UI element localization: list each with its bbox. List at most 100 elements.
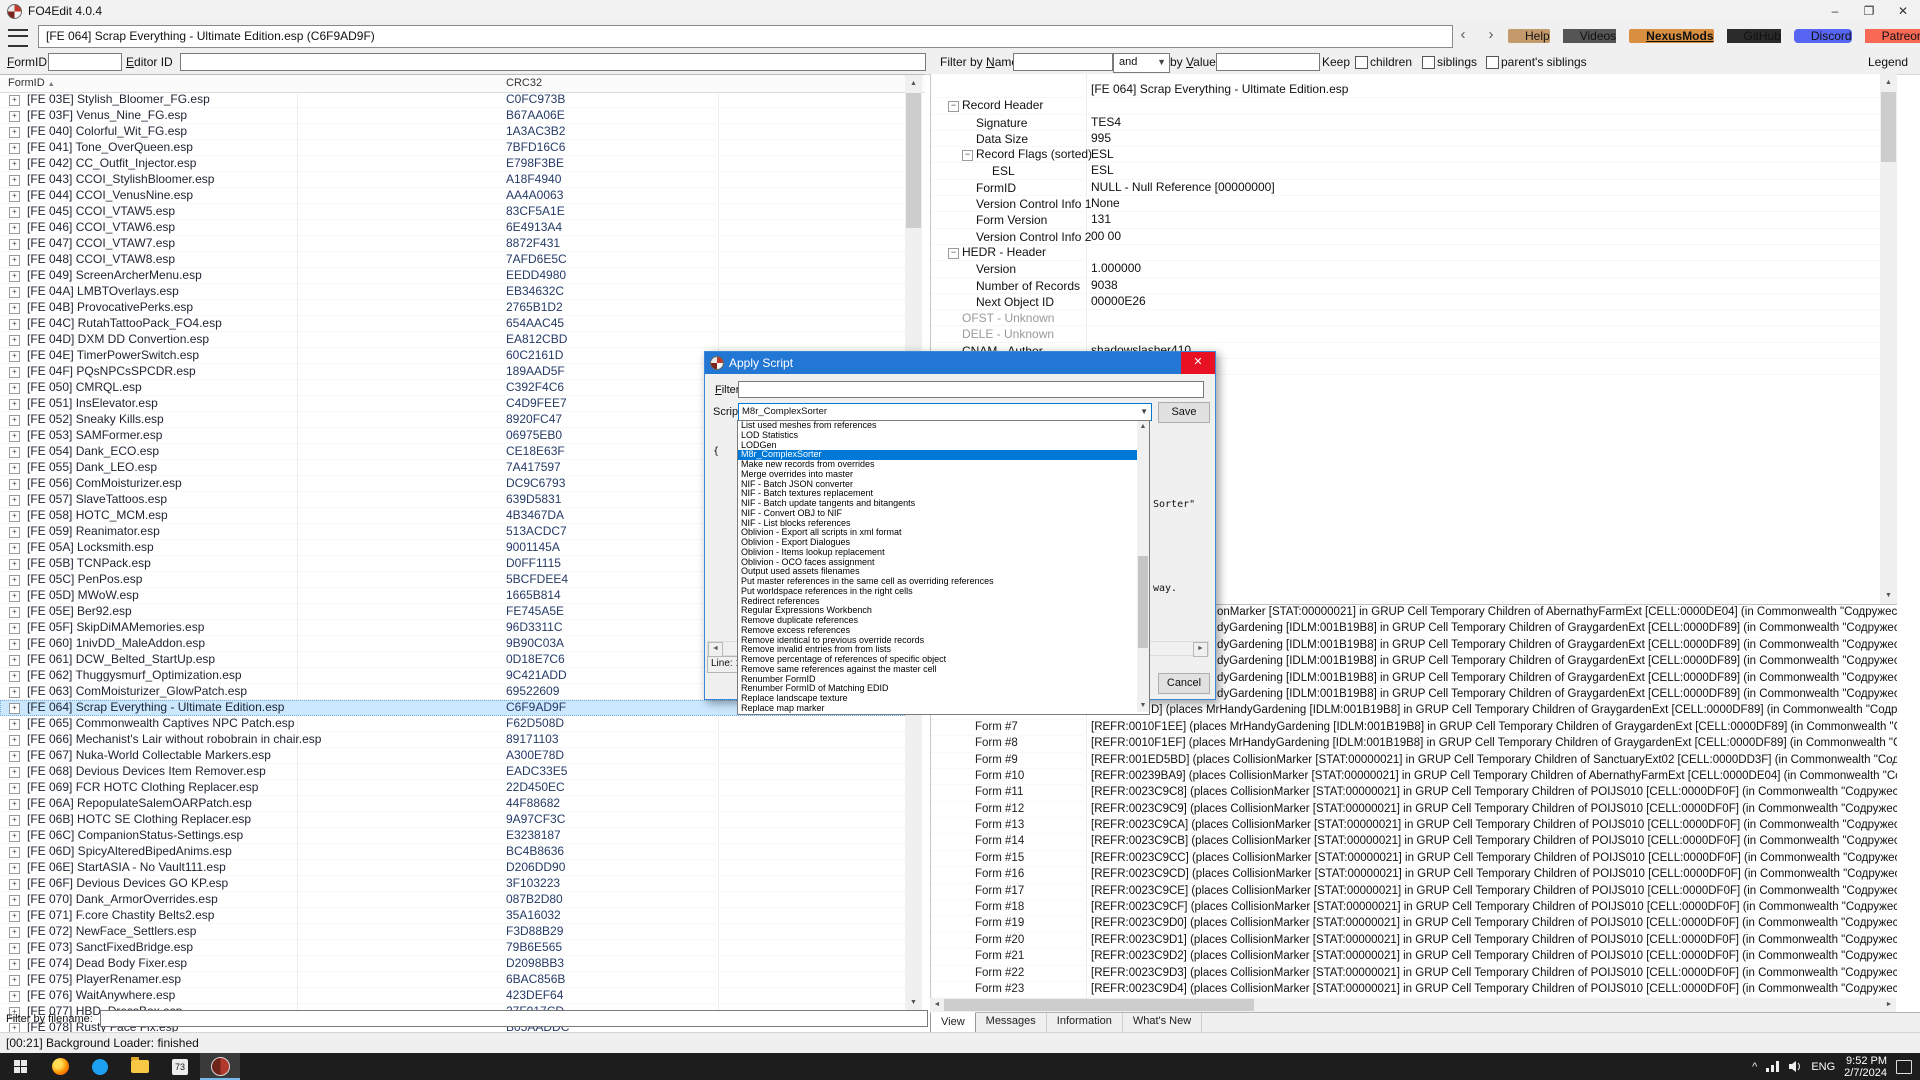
minimize-button[interactable]: – [1818, 1, 1852, 22]
referenced-row[interactable]: Form #18 [REFR:0023C9CF] (places Collisi… [931, 900, 1897, 916]
scrollbar-thumb[interactable] [1138, 556, 1148, 648]
filter-name-input[interactable] [1013, 53, 1113, 71]
expand-icon[interactable] [9, 607, 20, 618]
maximize-button[interactable]: ❐ [1852, 1, 1886, 22]
expand-icon[interactable] [9, 159, 20, 170]
script-option[interactable]: LOD Statistics [738, 431, 1137, 441]
fo4edit-icon[interactable] [200, 1053, 240, 1080]
detail-row[interactable]: Form Version 131 [931, 212, 1891, 228]
start-icon[interactable] [0, 1053, 40, 1080]
script-option[interactable]: Put master references in the same cell a… [738, 577, 1137, 587]
script-option[interactable]: Replace map marker [738, 704, 1137, 714]
referenced-row[interactable]: Form #14 [REFR:0023C9CB] (places Collisi… [931, 834, 1897, 850]
referenced-row[interactable]: Form #13 [REFR:0023C9CA] (places Collisi… [931, 818, 1897, 834]
referenced-row[interactable]: Form #17 [REFR:0023C9CE] (places Collisi… [931, 884, 1897, 900]
dialog-titlebar[interactable]: Apply Script ✕ [705, 352, 1215, 374]
script-option[interactable]: Remove invalid entries from from lists [738, 645, 1137, 655]
detail-row[interactable]: Record Flags (sorted) ESL [931, 147, 1891, 163]
collapse-icon[interactable] [948, 248, 959, 259]
notification-center-icon[interactable] [1896, 1060, 1912, 1074]
language-indicator[interactable]: ENG [1811, 1061, 1835, 1073]
formid-input[interactable] [48, 53, 122, 71]
legend-button[interactable]: Legend [1868, 50, 1908, 74]
plugin-row[interactable]: [FE 04C] RutahTattooPack_FO4.esp 654AAC4… [0, 316, 905, 332]
expand-icon[interactable] [9, 591, 20, 602]
expand-icon[interactable] [9, 623, 20, 634]
script-option[interactable]: Regular Expressions Workbench [738, 606, 1137, 616]
scroll-up-icon[interactable]: ▲ [1880, 74, 1897, 91]
plugin-row[interactable]: [FE 03F] Venus_Nine_FG.esp B67AA06E [0, 108, 905, 124]
script-option[interactable]: LODGen [738, 441, 1137, 451]
expand-icon[interactable] [9, 703, 20, 714]
detail-row[interactable]: [FE 064] Scrap Everything - Ultimate Edi… [931, 82, 1891, 98]
scrollbar-thumb[interactable] [944, 999, 1254, 1011]
expand-icon[interactable] [9, 367, 20, 378]
expand-icon[interactable] [9, 943, 20, 954]
script-option[interactable]: M8r_ComplexSorter [738, 450, 1137, 460]
filter-value-input[interactable] [1216, 53, 1320, 71]
script-option[interactable]: Redirect references [738, 597, 1137, 607]
scroll-down-icon[interactable]: ▼ [1137, 700, 1149, 712]
expand-icon[interactable] [9, 463, 20, 474]
referenced-row[interactable]: Form #15 [REFR:0023C9CC] (places Collisi… [931, 851, 1897, 867]
expand-icon[interactable] [9, 399, 20, 410]
plugin-row[interactable]: [FE 06B] HOTC SE Clothing Replacer.esp 9… [0, 812, 905, 828]
scroll-down-icon[interactable]: ▼ [1880, 587, 1897, 604]
plugin-row[interactable]: [FE 070] Dank_ArmorOverrides.esp 087B2D8… [0, 892, 905, 908]
expand-icon[interactable] [9, 895, 20, 906]
expand-icon[interactable] [9, 687, 20, 698]
external-link[interactable]: NexusMods [1629, 29, 1713, 43]
expand-icon[interactable] [9, 799, 20, 810]
expand-icon[interactable] [9, 495, 20, 506]
plugin-row[interactable]: [FE 073] SanctFixedBridge.esp 79B6E565 [0, 940, 905, 956]
expand-icon[interactable] [9, 111, 20, 122]
script-option[interactable]: NIF - Batch update tangents and bitangen… [738, 499, 1137, 509]
plugin-row[interactable]: [FE 03E] Stylish_Bloomer_FG.esp C0FC973B [0, 92, 905, 108]
expand-icon[interactable] [9, 511, 20, 522]
plugin-row[interactable]: [FE 04A] LMBTOverlays.esp EB34632C [0, 284, 905, 300]
script-option[interactable]: Remove percentage of references of speci… [738, 655, 1137, 665]
expand-icon[interactable] [9, 655, 20, 666]
plugin-row[interactable]: [FE 06D] SpicyAlteredBipedAnims.esp BC4B… [0, 844, 905, 860]
detail-row[interactable]: Record Header [931, 98, 1891, 114]
collapse-icon[interactable] [962, 150, 973, 161]
script-option[interactable]: Oblivion - Export all scripts in xml for… [738, 528, 1137, 538]
scroll-left-icon[interactable]: ◄ [708, 642, 723, 657]
expand-icon[interactable] [9, 831, 20, 842]
expand-icon[interactable] [9, 975, 20, 986]
keep-siblings-checkbox[interactable] [1422, 56, 1435, 69]
plugin-row[interactable]: [FE 06A] RepopulateSalemOARPatch.esp 44F… [0, 796, 905, 812]
script-option[interactable]: NIF - List blocks references [738, 519, 1137, 529]
expand-icon[interactable] [9, 95, 20, 106]
expand-icon[interactable] [9, 239, 20, 250]
expand-icon[interactable] [9, 719, 20, 730]
details-scrollbar[interactable]: ▲ ▼ [1880, 74, 1897, 604]
script-option[interactable]: Remove duplicate references [738, 616, 1137, 626]
expand-icon[interactable] [9, 415, 20, 426]
save-button[interactable]: Save [1158, 402, 1210, 423]
script-option[interactable]: NIF - Batch textures replacement [738, 489, 1137, 499]
plugin-row[interactable]: [FE 045] CCOI_VTAW5.esp 83CF5A1E [0, 204, 905, 220]
script-option[interactable]: Output used assets filenames [738, 567, 1137, 577]
referenced-row[interactable]: Form #10 [REFR:00239BA9] (places Collisi… [931, 769, 1897, 785]
hidden-icons-chevron[interactable]: ^ [1752, 1061, 1757, 1073]
referenced-row[interactable]: Form #19 [REFR:0023C9D0] (places Collisi… [931, 916, 1897, 932]
expand-icon[interactable] [9, 991, 20, 1002]
detail-row[interactable]: Version Control Info 1 None [931, 196, 1891, 212]
plugin-row[interactable]: [FE 043] CCOI_StylishBloomer.esp A18F494… [0, 172, 905, 188]
expand-icon[interactable] [9, 863, 20, 874]
expand-icon[interactable] [9, 143, 20, 154]
expand-icon[interactable] [9, 735, 20, 746]
external-link[interactable]: Videos [1563, 29, 1616, 43]
plugin-row[interactable]: [FE 048] CCOI_VTAW8.esp 7AFD6E5C [0, 252, 905, 268]
plugin-row[interactable]: [FE 06E] StartASIA - No Vault111.esp D20… [0, 860, 905, 876]
script-option[interactable]: Remove excess references [738, 626, 1137, 636]
expand-icon[interactable] [9, 287, 20, 298]
expand-icon[interactable] [9, 527, 20, 538]
expand-icon[interactable] [9, 751, 20, 762]
script-option[interactable]: Merge overrides into master [738, 470, 1137, 480]
scroll-up-icon[interactable]: ▲ [905, 75, 922, 92]
plugin-row[interactable]: [FE 047] CCOI_VTAW7.esp 8872F431 [0, 236, 905, 252]
plugin-row[interactable]: [FE 041] Tone_OverQueen.esp 7BFD16C6 [0, 140, 905, 156]
referenced-hscrollbar[interactable]: ◄ ► [930, 998, 1896, 1012]
